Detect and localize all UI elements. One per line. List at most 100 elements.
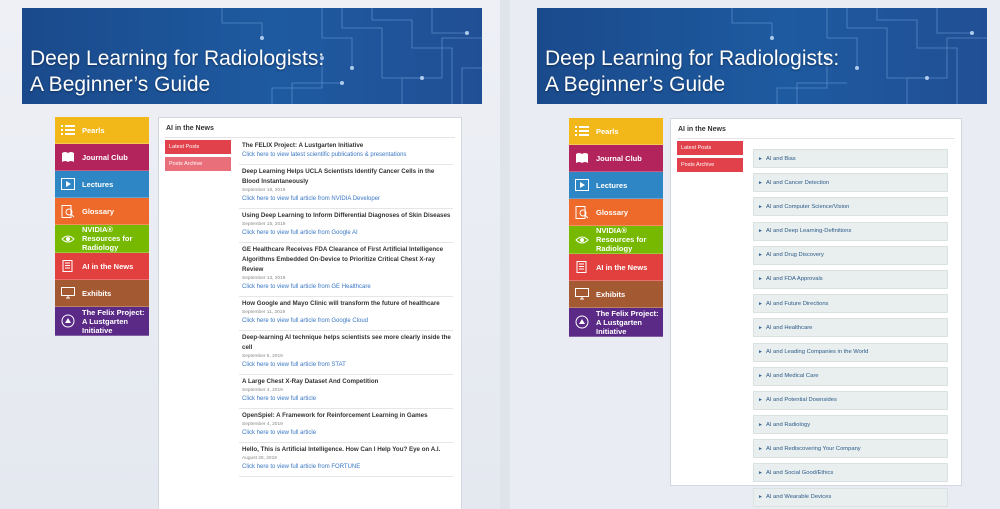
article-date: September 13, 2019 — [242, 276, 286, 281]
topic-item[interactable]: ► AI and Future Directions — [753, 294, 948, 314]
caret-right-icon: ► — [758, 203, 763, 210]
article-date: September 15, 2019 — [242, 222, 286, 227]
topic-item[interactable]: ► AI and Computer Science/Vision — [753, 197, 948, 217]
banner-title-line1: Deep Learning for Radiologists: — [30, 47, 325, 70]
topic-item[interactable]: ► AI and Leading Companies in the World — [753, 342, 948, 362]
article-date: September 18, 2019 — [242, 188, 286, 193]
nav-item-lectures[interactable]: Lectures — [569, 172, 663, 199]
topic-label: AI and Future Directions — [765, 300, 829, 307]
article-link[interactable]: Click here to view full article from GE … — [242, 283, 453, 292]
site-banner: Deep Learning for Radiologists: A Beginn… — [22, 8, 482, 104]
nav-item-lectures[interactable]: Lectures — [55, 171, 149, 198]
article-link[interactable]: Click here to view full article from Goo… — [242, 229, 453, 238]
topic-label: AI and Social Good/Ethics — [765, 469, 834, 476]
article-title: OpenSpiel: A Framework for Reinforcement… — [242, 412, 428, 419]
nav-item-ai-in-the-news[interactable]: AI in the News — [569, 254, 663, 281]
article-title: Deep Learning Helps UCLA Scientists Iden… — [242, 168, 435, 185]
nav-label: AI in the News — [82, 261, 134, 271]
nav-item-exhibits[interactable]: Exhibits — [569, 281, 663, 308]
news-article: How Google and Mayo Clinic will transfor… — [239, 297, 453, 331]
tab-posts-archive[interactable]: Posts Archive — [677, 158, 743, 172]
caret-right-icon: ► — [758, 349, 763, 355]
nav-item-nvidia-resources[interactable]: NVIDIA® Resources for Radiology — [569, 226, 663, 254]
article-link[interactable]: Click here to view full article from NVI… — [242, 195, 453, 204]
topic-item[interactable]: ► AI and Wearable Devices — [753, 487, 948, 507]
nav-item-journal-club[interactable]: Journal Club — [569, 145, 663, 172]
felix-logo-icon — [60, 314, 76, 328]
tab-latest-posts[interactable]: Latest Posts — [165, 140, 231, 154]
caret-right-icon: ► — [758, 252, 763, 259]
caret-right-icon: ► — [758, 445, 763, 452]
topic-item[interactable]: ► AI and Drug Discovery — [753, 245, 948, 265]
article-date: August 28, 2019 — [242, 456, 277, 461]
nav-item-pearls[interactable]: Pearls — [569, 118, 663, 145]
nav-item-felix-project[interactable]: The Felix Project: A Lustgarten Initiati… — [569, 308, 663, 337]
nav-item-journal-club[interactable]: Journal Club — [55, 144, 149, 171]
topic-item[interactable]: ► AI and Deep Learning-Definitions — [753, 221, 948, 241]
play-icon — [60, 177, 76, 191]
article-link[interactable]: Click here to view full article — [242, 429, 453, 438]
post-tabs: Latest Posts Posts Archive — [165, 140, 231, 174]
article-title: A Large Chest X-Ray Dataset And Competit… — [242, 378, 379, 385]
section-title: AI in the News — [166, 125, 214, 132]
nav-label: Lectures — [596, 180, 628, 190]
news-article: Hello, This is Artificial Intelligence. … — [239, 443, 453, 477]
nav-item-glossary[interactable]: Glossary — [569, 199, 663, 226]
topic-item[interactable]: ► AI and Cancer Detection — [753, 173, 948, 193]
tab-posts-archive[interactable]: Posts Archive — [165, 157, 231, 171]
nav-item-pearls[interactable]: Pearls — [55, 117, 149, 144]
topic-item[interactable]: ► AI and Potential Downsides — [753, 390, 948, 410]
topic-item[interactable]: ► AI and FDA Approvals — [753, 269, 948, 289]
nav-label: Pearls — [82, 125, 105, 135]
magnifier-doc-icon — [574, 205, 590, 219]
topic-label: AI and Cancer Detection — [765, 179, 830, 186]
nav-label: Glossary — [596, 207, 629, 217]
nav-label: Pearls — [596, 126, 619, 136]
site-banner: Deep Learning for Radiologists: A Beginn… — [537, 8, 987, 104]
nav-item-felix-project[interactable]: The Felix Project: A Lustgarten Initiati… — [55, 307, 149, 336]
article-link[interactable]: Click here to view full article from FOR… — [242, 463, 453, 472]
news-archive-card: AI in the News Latest Posts Posts Archiv… — [670, 118, 962, 507]
topic-label: AI and Computer Science/Vision — [765, 203, 850, 210]
play-icon — [574, 178, 590, 192]
nav-item-nvidia-resources[interactable]: NVIDIA® Resources for Radiology — [55, 225, 149, 253]
article-title: GE Healthcare Receives FDA Clearance of … — [242, 246, 444, 273]
article-link[interactable]: Click here to view full article — [242, 395, 453, 404]
topic-item[interactable]: ► AI and Bias — [753, 149, 948, 168]
nav-item-exhibits[interactable]: Exhibits — [55, 280, 149, 307]
news-article: The FELIX Project: A Lustgarten Initiati… — [239, 139, 453, 165]
nav-item-glossary[interactable]: Glossary — [55, 198, 149, 225]
book-icon — [60, 150, 76, 164]
banner-title: Deep Learning for Radiologists: A Beginn… — [30, 46, 324, 98]
tab-latest-posts[interactable]: Latest Posts — [677, 141, 743, 155]
felix-logo-icon — [574, 315, 590, 329]
list-icon — [574, 124, 590, 138]
nav-label: Exhibits — [596, 289, 626, 299]
nav-label: Lectures — [82, 179, 114, 189]
topic-item[interactable]: ► AI and Rediscovering Your Company — [753, 439, 948, 459]
nav-label: The Felix Project: A Lustgarten Initiati… — [596, 308, 659, 336]
news-article: OpenSpiel: A Framework for Reinforcement… — [239, 409, 453, 443]
nav-item-ai-in-the-news[interactable]: AI in the News — [55, 253, 149, 280]
article-title: How Google and Mayo Clinic will transfor… — [242, 300, 440, 307]
topic-item[interactable]: ► AI and Medical Care — [753, 366, 948, 386]
nav-label: AI in the News — [596, 262, 648, 272]
book-icon — [574, 151, 590, 165]
news-content-card: AI in the News Latest Posts Posts Archiv… — [158, 117, 462, 509]
divider — [677, 138, 955, 139]
article-date: September 4, 2019 — [242, 422, 283, 427]
nav-label: The Felix Project: A Lustgarten Initiati… — [82, 307, 145, 335]
nav-label: NVIDIA® Resources for Radiology — [82, 225, 133, 252]
article-link[interactable]: Click here to view latest scientific pub… — [242, 151, 453, 160]
topic-item[interactable]: ► AI and Social Good/Ethics — [753, 463, 948, 483]
news-article: Deep-learning AI technique helps scienti… — [239, 331, 453, 375]
article-link[interactable]: Click here to view full article from Goo… — [242, 317, 453, 326]
news-article: GE Healthcare Receives FDA Clearance of … — [239, 243, 453, 297]
news-article: Using Deep Learning to Inform Differenti… — [239, 209, 453, 243]
sidebar-nav: Pearls Journal Club Lectures Glossary NV… — [569, 118, 663, 337]
article-date: September 4, 2019 — [242, 388, 283, 393]
nvidia-eye-icon — [574, 233, 590, 247]
topic-item[interactable]: ► AI and Radiology — [753, 415, 948, 435]
topic-item[interactable]: ► AI and Healthcare — [753, 318, 948, 338]
article-link[interactable]: Click here to view full article from STA… — [242, 361, 453, 370]
